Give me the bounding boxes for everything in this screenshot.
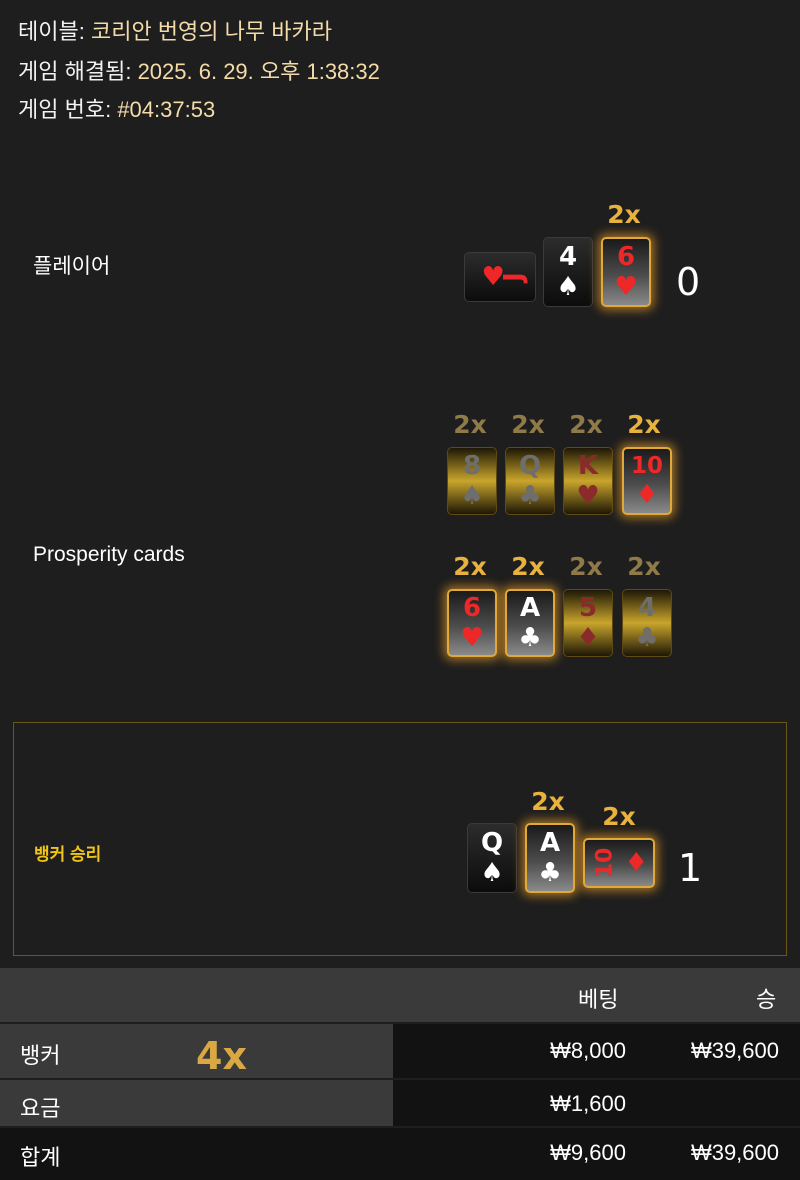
game-number-label: 게임 번호: [18, 97, 112, 122]
diamond-icon: ♦ [576, 623, 600, 653]
prosperity-card: 6 ♥ [447, 589, 497, 657]
banker-card-2: A ♣ [525, 823, 575, 893]
player-label: 플레이어 [33, 255, 111, 278]
table-name: 코리안 번영의 나무 바카라 [90, 19, 332, 44]
heart-icon: ♥ [576, 481, 600, 511]
card-rank: 6 [616, 242, 636, 272]
card-rank: 10 [630, 452, 663, 479]
row-bet: ₩9,600 [550, 1140, 626, 1165]
club-icon: ♣ [518, 481, 542, 511]
card-rank: 5 [578, 593, 598, 623]
win-column-header: 승 [756, 987, 777, 1012]
prosperity-card: 4 ♣ [622, 589, 672, 657]
banker-card-3: 10 ♦ [583, 838, 655, 888]
resolved-info: 게임 해결됨: 2025. 6. 29. 오후 1:38:32 [18, 54, 380, 86]
resolved-label: 게임 해결됨: [18, 59, 132, 84]
prosperity-multiplier: 2x [511, 552, 545, 581]
prosperity-card: Q ♣ [505, 447, 555, 515]
spade-icon: ♠ [480, 858, 504, 888]
club-icon: ♣ [518, 623, 542, 653]
table-row-total: 합계 ₩9,600 ₩39,600 [0, 1128, 800, 1180]
row-win: ₩39,600 [690, 1038, 779, 1063]
banker-card-2-multiplier: 2x [531, 787, 565, 816]
prosperity-card: 10 ♦ [622, 447, 672, 515]
row-bet: ₩1,600 [550, 1091, 626, 1116]
spade-icon: ♠ [460, 481, 484, 511]
banker-multiplier: 4x [196, 1034, 247, 1078]
card-rank: 6 [462, 593, 482, 623]
diamond-icon: ♦ [624, 848, 648, 878]
prosperity-multiplier: 2x [569, 410, 603, 439]
game-number: #04:37:53 [117, 97, 216, 122]
card-rank: J [498, 272, 529, 282]
card-rank: A [539, 828, 561, 858]
prosperity-card: 8 ♠ [447, 447, 497, 515]
prosperity-multiplier: 2x [569, 552, 603, 581]
row-name: 뱅커 [20, 1043, 61, 1068]
player-card-3-multiplier: 2x [607, 200, 641, 229]
card-rank: Q [480, 828, 504, 858]
card-rank: K [577, 451, 599, 481]
card-rank: 4 [637, 593, 657, 623]
player-score: 0 [676, 260, 701, 304]
prosperity-card: K ♥ [563, 447, 613, 515]
heart-icon: ♥ [614, 272, 638, 302]
card-rank: A [519, 593, 541, 623]
club-icon: ♣ [635, 623, 659, 653]
bet-column-header: 베팅 [578, 987, 619, 1012]
prosperity-card: A ♣ [505, 589, 555, 657]
banker-card-1: Q ♠ [467, 823, 517, 893]
banker-score: 1 [678, 846, 703, 890]
table-info: 테이블: 코리안 번영의 나무 바카라 [18, 14, 332, 46]
prosperity-multiplier: 2x [627, 552, 661, 581]
banker-winner-box [13, 722, 787, 956]
card-rank: 4 [558, 242, 578, 272]
table-row: 요금 ₩1,600 [0, 1080, 800, 1126]
card-rank: Q [518, 451, 542, 481]
card-rank: 8 [462, 451, 482, 481]
row-name: 요금 [20, 1096, 61, 1121]
card-rank: 10 [592, 847, 618, 879]
game-number-info: 게임 번호: #04:37:53 [18, 92, 215, 124]
row-win: ₩39,600 [690, 1140, 779, 1165]
diamond-icon: ♦ [635, 479, 659, 510]
table-label: 테이블: [18, 19, 85, 44]
player-card-3: 6 ♥ [601, 237, 651, 307]
prosperity-multiplier: 2x [453, 552, 487, 581]
prosperity-multiplier: 2x [627, 410, 661, 439]
table-row: 뱅커 4x ₩8,000 ₩39,600 [0, 1024, 800, 1078]
prosperity-card: 5 ♦ [563, 589, 613, 657]
prosperity-label: Prosperity cards [33, 543, 185, 566]
spade-icon: ♠ [556, 272, 580, 302]
banker-card-3-multiplier: 2x [602, 802, 636, 831]
banker-win-label: 뱅커 승리 [34, 845, 102, 864]
prosperity-multiplier: 2x [453, 410, 487, 439]
heart-icon: ♥ [460, 623, 484, 653]
resolved-time: 2025. 6. 29. 오후 1:38:32 [137, 59, 380, 84]
prosperity-multiplier: 2x [511, 410, 545, 439]
club-icon: ♣ [538, 858, 562, 888]
player-card-1: ♥ J [464, 252, 536, 302]
player-card-2: 4 ♠ [543, 237, 593, 307]
row-name: 합계 [20, 1145, 61, 1170]
row-bet: ₩8,000 [550, 1038, 626, 1063]
table-header: 베팅 승 [0, 968, 800, 1022]
